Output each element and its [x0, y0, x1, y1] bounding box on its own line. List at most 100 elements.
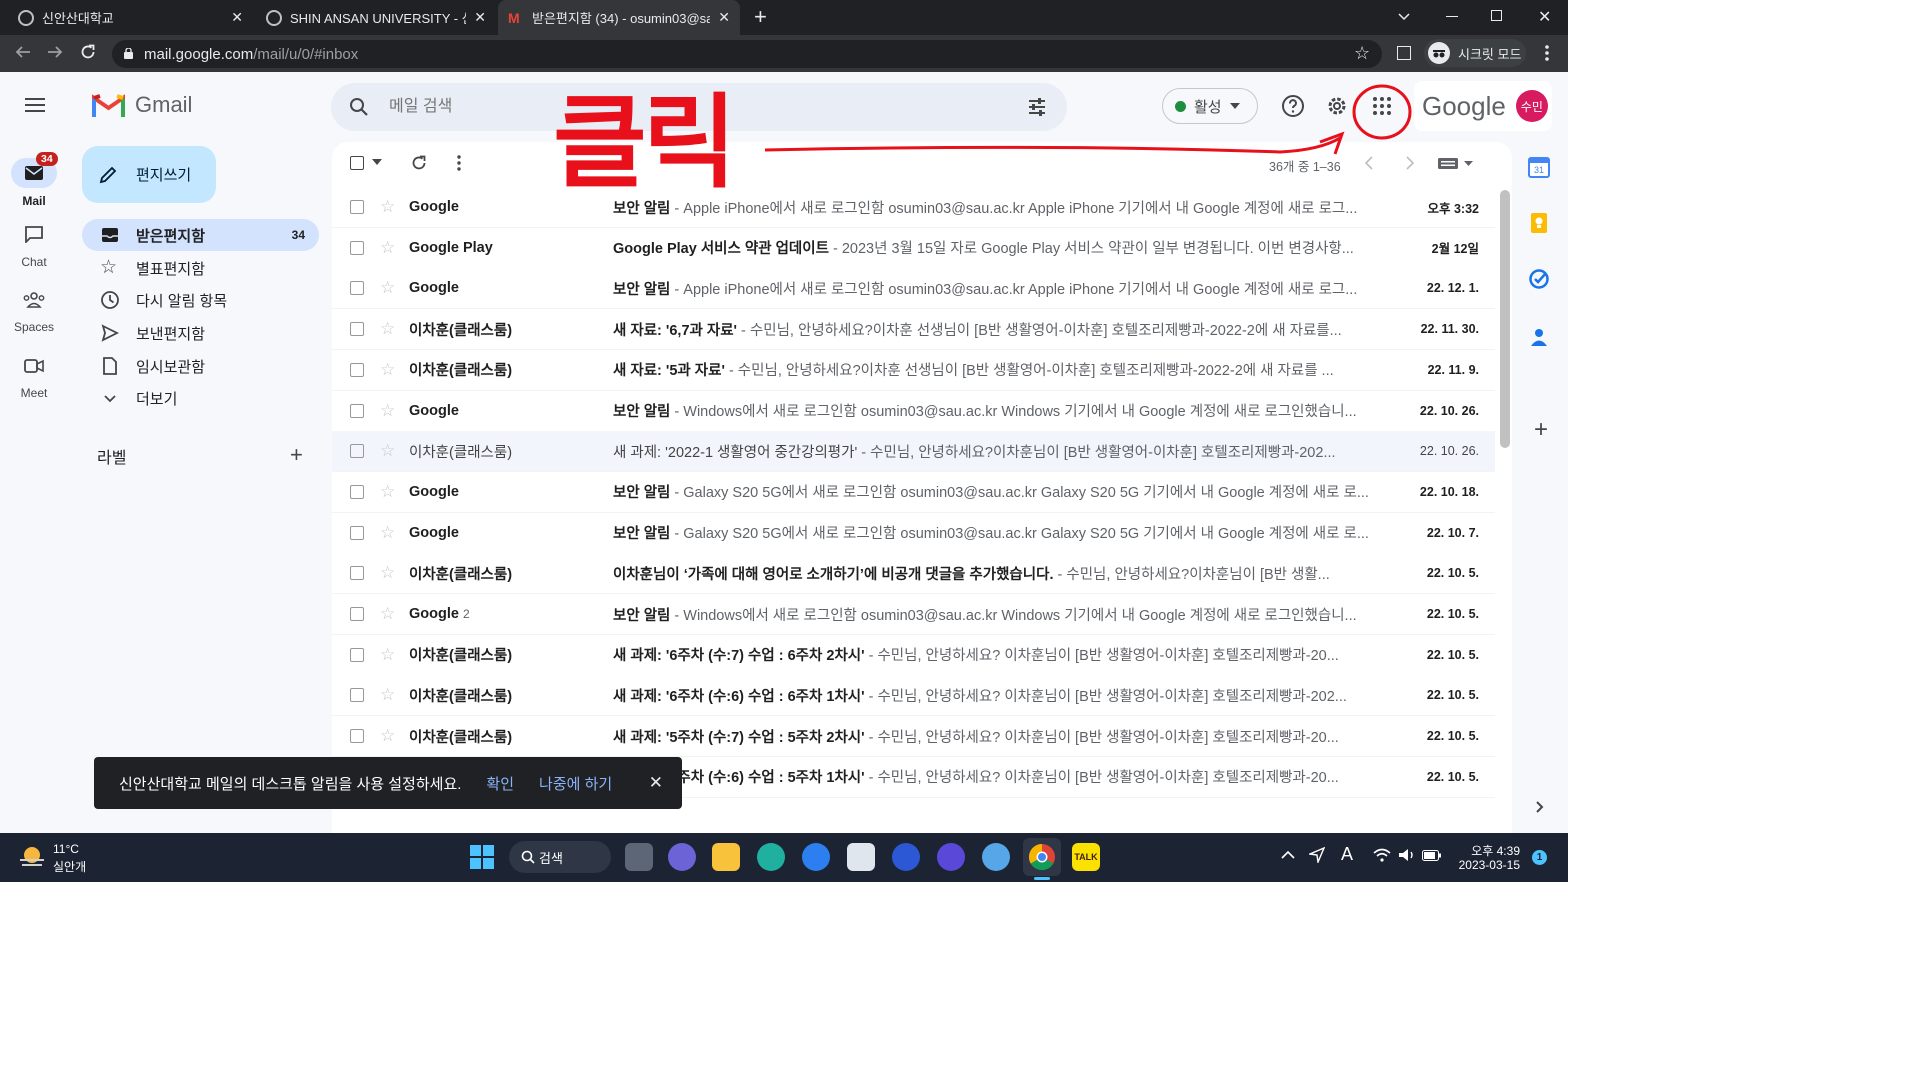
- add-addon-icon[interactable]: +: [1528, 416, 1554, 443]
- clock-time[interactable]: 오후 4:39: [1452, 842, 1520, 859]
- clock-date[interactable]: 2023-03-15: [1452, 858, 1520, 872]
- taskbar-search[interactable]: 검색: [509, 841, 611, 873]
- ime-indicator[interactable]: A: [1341, 844, 1353, 865]
- tab-search-icon[interactable]: [1396, 8, 1412, 24]
- nav-drafts[interactable]: 임시보관함: [82, 350, 319, 382]
- nav-more[interactable]: 더보기: [82, 382, 319, 414]
- calendar-icon[interactable]: 31: [1528, 156, 1554, 182]
- address-bar[interactable]: mail.google.com/mail/u/0/#inbox: [112, 40, 1382, 68]
- gmail-logo[interactable]: Gmail: [92, 92, 192, 118]
- search-icon[interactable]: [349, 97, 369, 117]
- email-row[interactable]: ☆ 이차훈(클래스룸) 새 과제: '6주차 (수:6) 수업 : 6주차 1차시'…: [332, 675, 1495, 717]
- row-checkbox[interactable]: [350, 403, 364, 418]
- row-checkbox[interactable]: [350, 729, 364, 744]
- compose-button[interactable]: 편지쓰기: [82, 146, 216, 203]
- chrome-active-icon[interactable]: [1023, 838, 1061, 876]
- select-dropdown-icon[interactable]: [372, 159, 382, 165]
- notification-count-badge[interactable]: 1: [1532, 850, 1547, 865]
- browser-tab[interactable]: SHIN ANSAN UNIVERSITY - 신안 ✕: [256, 0, 496, 35]
- email-row[interactable]: ☆ Google 보안 알림 - Galaxy S20 5G에서 새로 로그인함 o…: [332, 512, 1495, 554]
- expand-panel-icon[interactable]: [1528, 796, 1554, 822]
- row-star-icon[interactable]: ☆: [380, 482, 395, 502]
- row-checkbox[interactable]: [350, 281, 364, 296]
- email-row[interactable]: ☆ 이차훈(클래스룸) 이차훈님이 ‘가족에 대해 영어로 소개하기’에 비공개 댓…: [332, 553, 1495, 595]
- email-row[interactable]: ☆ Google 보안 알림 - Windows에서 새로 로그인함 osumin0…: [332, 390, 1495, 432]
- nav-sent[interactable]: 보낸편지함: [82, 317, 319, 349]
- microsoft-store-icon[interactable]: [847, 843, 875, 871]
- incognito-badge[interactable]: 시크릿 모드: [1424, 39, 1526, 67]
- row-checkbox[interactable]: [350, 362, 364, 377]
- more-options-icon[interactable]: [457, 155, 461, 171]
- row-checkbox[interactable]: [350, 525, 364, 540]
- email-row[interactable]: ☆ Google 보안 알림 - Apple iPhone에서 새로 로그인함 os…: [332, 268, 1495, 310]
- nav-snoozed[interactable]: 다시 알림 항목: [82, 284, 319, 316]
- task-view-icon[interactable]: [625, 843, 653, 871]
- side-panel-icon[interactable]: [1397, 46, 1411, 60]
- row-checkbox[interactable]: [350, 647, 364, 662]
- list-scrollbar[interactable]: [1500, 190, 1510, 448]
- row-star-icon[interactable]: ☆: [380, 441, 395, 461]
- email-row[interactable]: ☆ 이차훈(클래스룸) 새 과제: '2022-1 생활영어 중간강의평가' - 수…: [332, 431, 1495, 473]
- row-star-icon[interactable]: ☆: [380, 726, 395, 746]
- tray-chevron-up-icon[interactable]: [1281, 850, 1295, 859]
- row-star-icon[interactable]: ☆: [380, 278, 395, 298]
- toast-confirm-button[interactable]: 확인: [486, 773, 514, 794]
- restore-icon[interactable]: [1491, 10, 1502, 21]
- rail-meet[interactable]: Meet: [0, 358, 68, 400]
- volume-icon[interactable]: [1398, 848, 1416, 862]
- app-icon[interactable]: [892, 843, 920, 871]
- email-row[interactable]: ☆ Google 보안 알림 - Galaxy S20 5G에서 새로 로그인함 o…: [332, 471, 1495, 513]
- row-checkbox[interactable]: [350, 484, 364, 499]
- refresh-icon[interactable]: [410, 154, 428, 172]
- tab-close-icon[interactable]: ✕: [474, 9, 486, 26]
- wifi-icon[interactable]: [1373, 848, 1391, 862]
- forward-icon[interactable]: [46, 43, 64, 61]
- file-explorer-icon[interactable]: [712, 843, 740, 871]
- row-star-icon[interactable]: ☆: [380, 319, 395, 339]
- main-menu-icon[interactable]: [25, 98, 45, 112]
- rail-mail[interactable]: 34 Mail: [0, 152, 68, 208]
- row-star-icon[interactable]: ☆: [380, 523, 395, 543]
- kakaotalk-icon[interactable]: TALK: [1072, 843, 1100, 871]
- toast-later-button[interactable]: 나중에 하기: [539, 773, 612, 794]
- row-checkbox[interactable]: [350, 444, 364, 459]
- rail-chat[interactable]: Chat: [0, 225, 68, 269]
- email-row[interactable]: ☆ Google Play Google Play 서비스 약관 업데이트 - 20…: [332, 227, 1495, 269]
- edge-browser-icon[interactable]: [757, 843, 785, 871]
- bookmark-star-icon[interactable]: ☆: [1354, 43, 1370, 64]
- email-row[interactable]: ☆ 이차훈(클래스룸) 새 과제: '6주차 (수:7) 수업 : 6주차 2차시'…: [332, 634, 1495, 676]
- nav-starred[interactable]: ☆ 별표편지함: [82, 252, 319, 284]
- app-icon[interactable]: [982, 843, 1010, 871]
- window-close-icon[interactable]: ✕: [1538, 7, 1551, 27]
- tab-close-icon[interactable]: ✕: [231, 9, 243, 26]
- add-label-icon[interactable]: +: [290, 442, 303, 468]
- row-checkbox[interactable]: [350, 200, 364, 214]
- select-all-checkbox[interactable]: [350, 156, 364, 170]
- row-checkbox[interactable]: [350, 607, 364, 621]
- windows-start-icon[interactable]: [470, 845, 494, 869]
- row-checkbox[interactable]: [350, 566, 364, 581]
- avatar[interactable]: 수민: [1515, 90, 1548, 122]
- keep-icon[interactable]: [1528, 212, 1554, 238]
- row-star-icon[interactable]: ☆: [380, 401, 395, 421]
- row-star-icon[interactable]: ☆: [380, 645, 395, 665]
- location-arrow-icon[interactable]: [1309, 847, 1325, 863]
- tasks-icon[interactable]: [1528, 268, 1554, 294]
- row-checkbox[interactable]: [350, 240, 364, 255]
- input-tools-icon[interactable]: [1438, 158, 1473, 169]
- row-star-icon[interactable]: ☆: [380, 238, 395, 258]
- browser-menu-icon[interactable]: [1545, 44, 1549, 62]
- row-checkbox[interactable]: [350, 322, 364, 337]
- row-star-icon[interactable]: ☆: [380, 563, 395, 583]
- minimize-icon[interactable]: [1446, 16, 1458, 17]
- contacts-icon[interactable]: [1528, 326, 1554, 352]
- teams-chat-icon[interactable]: [668, 843, 696, 871]
- back-icon[interactable]: [14, 43, 32, 61]
- bing-app-icon[interactable]: [802, 843, 830, 871]
- row-star-icon[interactable]: ☆: [380, 685, 395, 705]
- email-row[interactable]: ☆ 이차훈(클래스룸) 새 자료: '5과 자료' - 수민님, 안녕하세요?이차훈…: [332, 349, 1495, 391]
- account-switcher[interactable]: Google 수민: [1414, 81, 1552, 131]
- battery-icon[interactable]: [1422, 850, 1442, 861]
- browser-tab-active[interactable]: M 받은편지함 (34) - osumin03@sa ✕: [498, 0, 740, 35]
- weather-icon[interactable]: [18, 843, 46, 871]
